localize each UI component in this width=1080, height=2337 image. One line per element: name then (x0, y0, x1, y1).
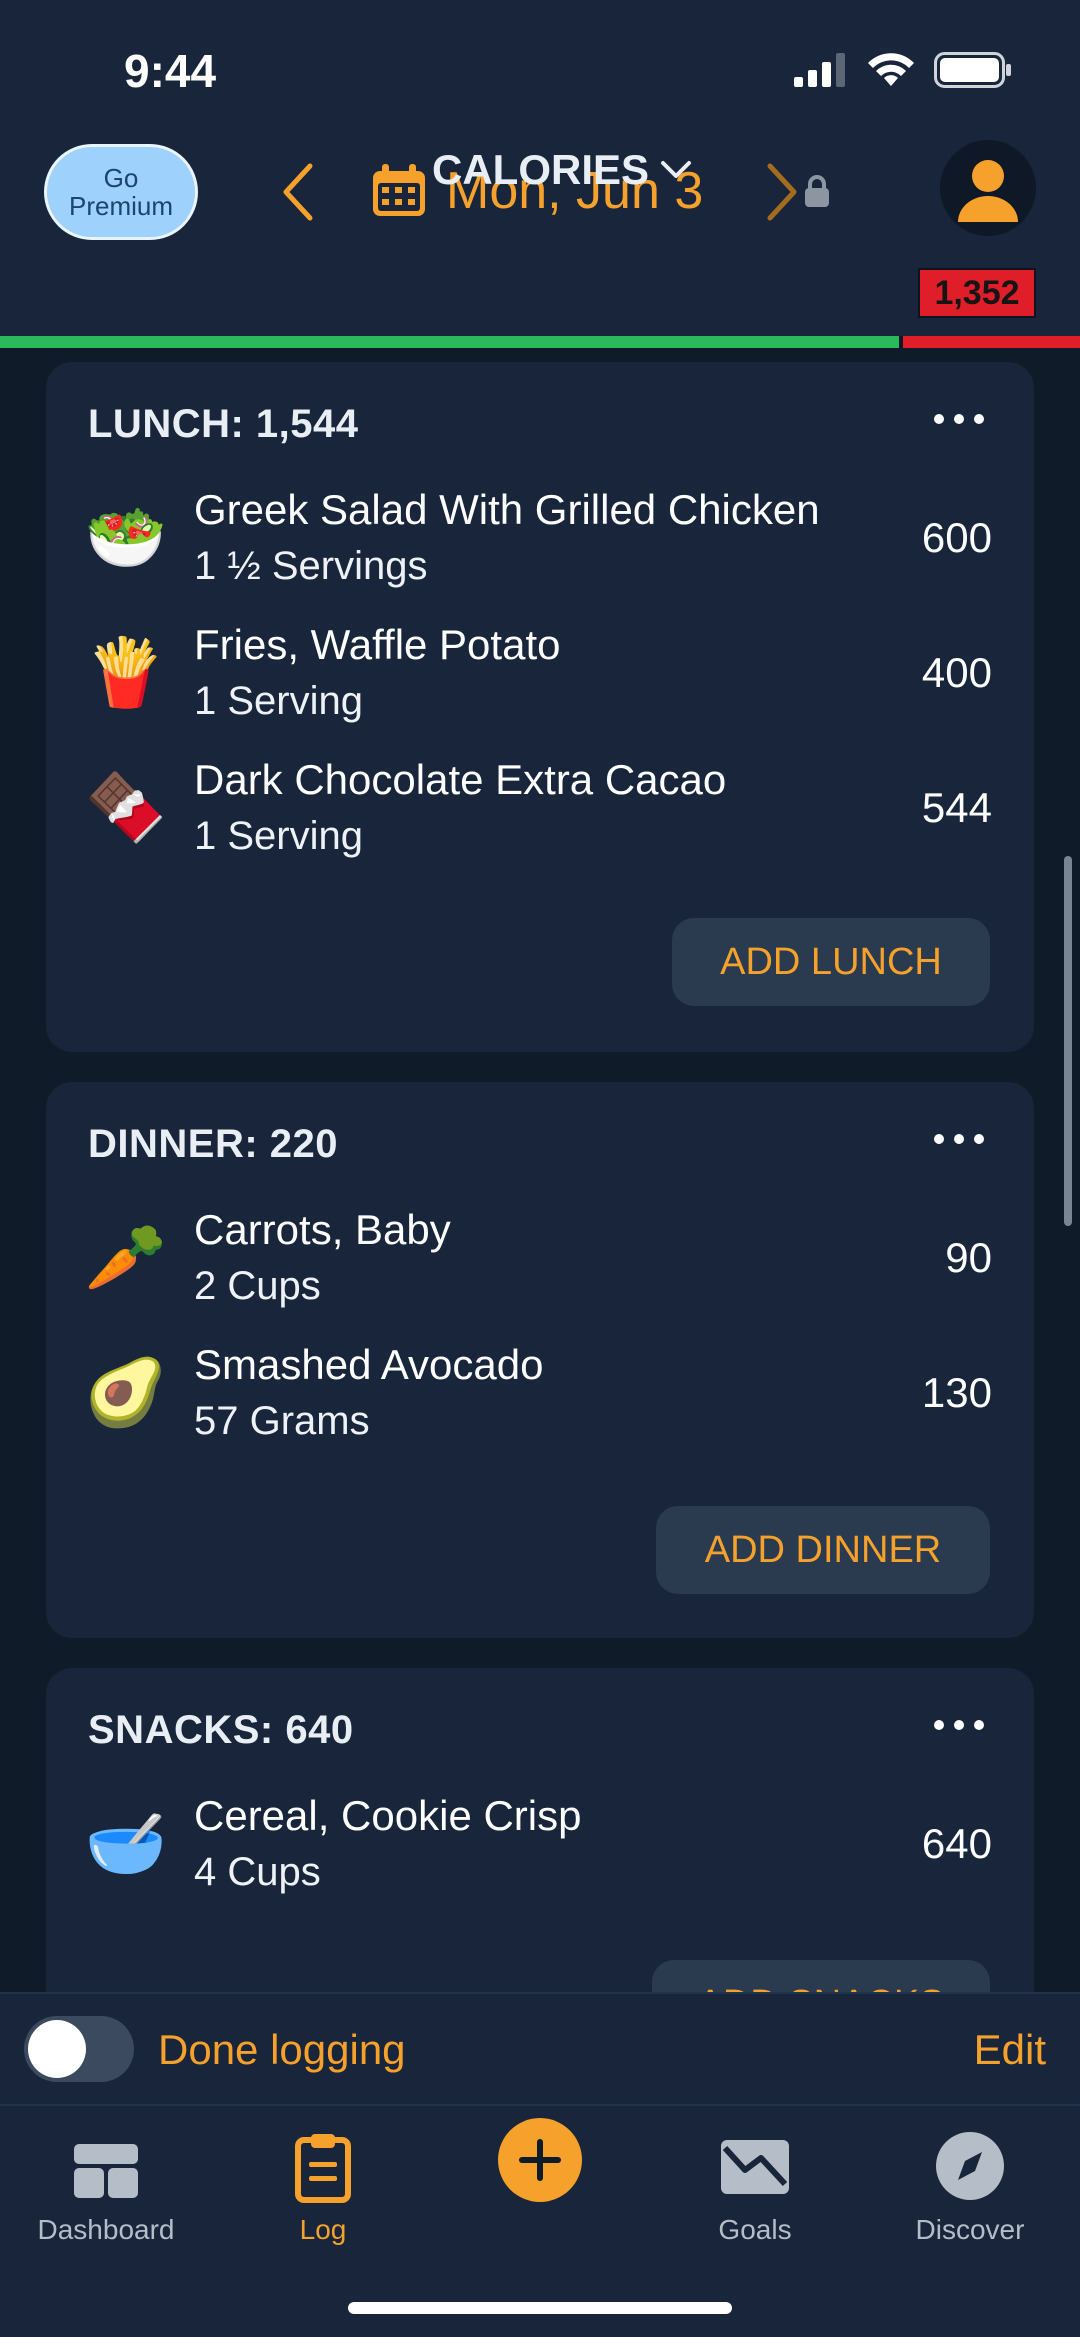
goals-chart-icon (721, 2140, 789, 2194)
food-calories: 90 (945, 1234, 992, 1281)
meal-card-snacks: SNACKS: 640 🥣 Cereal, Cookie Crisp 4 Cup… (46, 1668, 1034, 1992)
food-name: Dark Chocolate Extra Cacao (194, 756, 727, 803)
cereal-bowl-icon: 🥣 (84, 1805, 168, 1882)
food-quantity: 57 Grams (194, 1399, 370, 1443)
profile-avatar[interactable] (940, 140, 1036, 236)
premium-label-2: Premium (68, 191, 173, 221)
premium-label-1: Go (103, 163, 139, 193)
food-name: Greek Salad With Grilled Chicken (194, 486, 820, 533)
calendar-icon (373, 164, 425, 216)
add-lunch-button[interactable]: ADD LUNCH (672, 918, 990, 1006)
progress-over (903, 336, 1080, 348)
home-indicator[interactable] (348, 2302, 732, 2314)
clipboard-icon (295, 2134, 351, 2203)
edit-button[interactable]: Edit (974, 2026, 1046, 2074)
compass-icon (936, 2132, 1004, 2200)
food-name: Carrots, Baby (194, 1206, 451, 1253)
status-time: 9:44 (124, 45, 217, 97)
chevron-down-icon (661, 161, 692, 178)
food-calories: 400 (921, 649, 992, 696)
status-bar: 9:44 (0, 0, 1080, 140)
user-icon (958, 160, 1018, 222)
food-item[interactable]: 🍫 Dark Chocolate Extra Cacao 1 Serving 5… (46, 744, 1034, 874)
avocado-icon: 🥑 (84, 1354, 168, 1431)
food-item[interactable]: 🍟 Fries, Waffle Potato 1 Serving 400 (46, 609, 1034, 739)
header: Go Premium Mon, Jun 3 CALORIES 1,352 (0, 140, 1080, 340)
done-logging-label: Done logging (158, 2026, 406, 2073)
tab-goals[interactable]: Goals (655, 2126, 855, 2246)
food-item[interactable]: 🥕 Carrots, Baby 2 Cups 90 (46, 1194, 1034, 1324)
food-item[interactable]: 🥗 Greek Salad With Grilled Chicken 1 ½ S… (46, 474, 1034, 604)
more-options-icon[interactable] (934, 1710, 984, 1740)
food-calories: 130 (921, 1369, 992, 1416)
food-item[interactable]: 🥑 Smashed Avocado 57 Grams 130 (46, 1329, 1034, 1459)
food-quantity: 1 ½ Servings (194, 544, 428, 588)
tab-label: Discover (915, 2214, 1025, 2245)
battery-icon (934, 52, 1011, 88)
chevron-left-icon[interactable] (278, 162, 318, 222)
tab-label: Dashboard (37, 2214, 175, 2245)
meal-log-list[interactable]: LUNCH: 1,544 🥗 Greek Salad With Grilled … (0, 348, 1080, 1992)
add-icon (519, 2139, 561, 2181)
tab-label: Log (299, 2214, 347, 2245)
chocolate-icon: 🍫 (84, 769, 168, 846)
done-logging-toggle[interactable] (24, 2016, 134, 2082)
salad-icon: 🥗 (84, 499, 168, 576)
food-quantity: 1 Serving (194, 814, 363, 858)
calories-over-badge: 1,352 (918, 268, 1036, 318)
tab-dashboard[interactable]: Dashboard (6, 2126, 206, 2246)
food-calories: 600 (921, 514, 992, 561)
food-item[interactable]: 🥣 Cereal, Cookie Crisp 4 Cups 640 (46, 1780, 1034, 1910)
carrot-icon: 🥕 (84, 1219, 168, 1296)
food-name: Fries, Waffle Potato (194, 621, 561, 668)
meal-card-dinner: DINNER: 220 🥕 Carrots, Baby 2 Cups 90 🥑 … (46, 1082, 1034, 1638)
food-name: Smashed Avocado (194, 1341, 544, 1388)
metric-selector[interactable]: CALORIES (432, 146, 693, 194)
tab-label: Goals (718, 2214, 792, 2245)
fries-icon: 🍟 (84, 634, 168, 711)
add-food-button[interactable] (498, 2118, 582, 2202)
add-snacks-button[interactable]: ADD SNACKS (652, 1960, 990, 1992)
food-name: Cereal, Cookie Crisp (194, 1792, 582, 1839)
progress-consumed (0, 336, 899, 348)
tab-log[interactable]: Log (223, 2126, 423, 2246)
wifi-icon (868, 53, 914, 86)
more-options-icon[interactable] (934, 1124, 984, 1154)
food-quantity: 2 Cups (194, 1264, 321, 1308)
food-quantity: 1 Serving (194, 679, 363, 723)
signal-icon (794, 53, 845, 87)
more-options-icon[interactable] (934, 404, 984, 434)
chevron-right-icon[interactable] (762, 162, 802, 222)
dashboard-icon (74, 2144, 138, 2198)
lock-icon (805, 175, 829, 207)
done-logging-bar: Done logging Edit (0, 1992, 1080, 2104)
meal-card-lunch: LUNCH: 1,544 🥗 Greek Salad With Grilled … (46, 362, 1034, 1052)
add-dinner-button[interactable]: ADD DINNER (656, 1506, 990, 1594)
scrollbar[interactable] (1064, 856, 1072, 1226)
meal-title: DINNER: 220 (88, 1122, 339, 1166)
status-icons (794, 52, 1012, 88)
tab-discover[interactable]: Discover (870, 2126, 1070, 2246)
food-quantity: 4 Cups (194, 1850, 321, 1894)
food-calories: 640 (921, 1820, 992, 1867)
metric-label: CALORIES (432, 146, 650, 193)
meal-title: LUNCH: 1,544 (88, 402, 359, 446)
calorie-progress-bar (0, 336, 1080, 348)
go-premium-button[interactable]: Go Premium (44, 144, 198, 240)
meal-title: SNACKS: 640 (88, 1708, 354, 1752)
food-calories: 544 (921, 784, 992, 831)
